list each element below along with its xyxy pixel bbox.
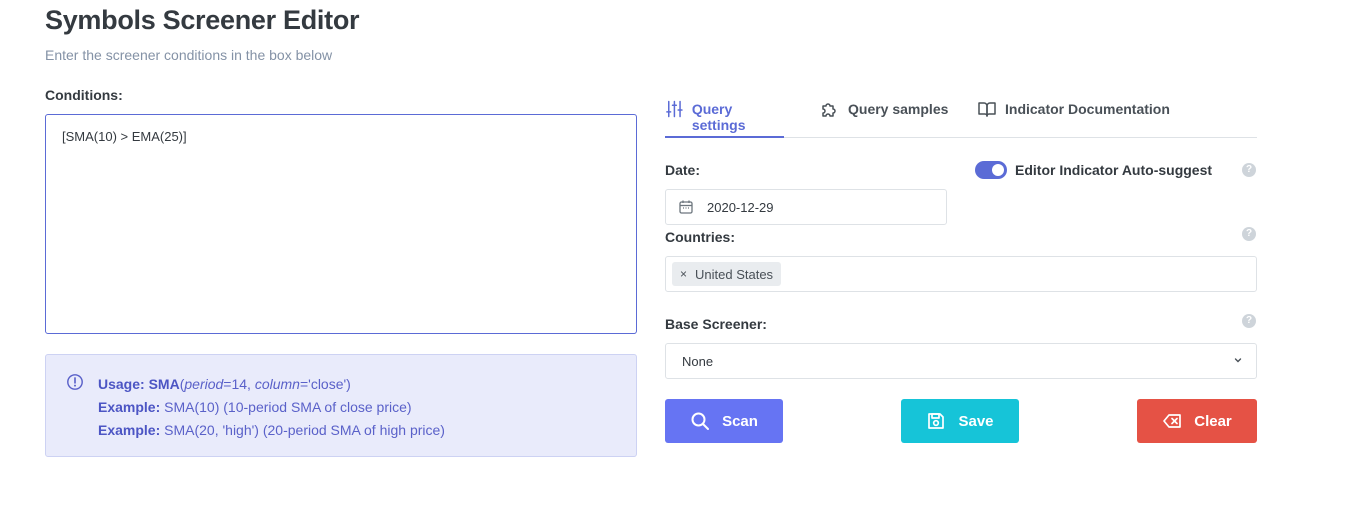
tab-label: Query settings <box>691 101 746 133</box>
conditions-editor[interactable]: [SMA(10) > EMA(25)] <box>45 114 637 334</box>
country-chip-label: United States <box>695 266 774 282</box>
date-input[interactable]: 2020-12-29 <box>665 189 947 225</box>
save-button[interactable]: Save <box>901 399 1019 443</box>
country-chip: × United States <box>672 262 782 286</box>
tab-indicator-documentation[interactable]: Indicator Documentation <box>977 88 1170 138</box>
scan-button[interactable]: Scan <box>665 399 783 443</box>
clear-button[interactable]: Clear <box>1137 399 1257 443</box>
example-line-1: Example: SMA(10) (10-period SMA of close… <box>98 399 412 415</box>
date-value: 2020-12-29 <box>707 199 774 215</box>
example-line-2: Example: SMA(20, 'high') (20-period SMA … <box>98 422 445 438</box>
toggle-knob <box>992 164 1004 176</box>
autosuggest-toggle[interactable] <box>975 161 1007 179</box>
tab-query-settings[interactable]: Query settings <box>665 88 784 138</box>
conditions-label: Conditions: <box>45 87 123 103</box>
usage-text: Usage: SMA(period=14, column='close') Ex… <box>98 373 445 442</box>
clear-label: Clear <box>1194 412 1232 430</box>
search-icon <box>691 412 710 430</box>
scan-label: Scan <box>722 412 758 430</box>
base-screener-label: Base Screener: <box>665 316 767 332</box>
remove-chip-icon[interactable]: × <box>680 267 687 281</box>
countries-input[interactable]: × United States <box>665 256 1257 292</box>
settings-tabs: Query settings Query samples Indicator D… <box>665 88 1257 138</box>
help-icon[interactable]: ? <box>1242 163 1256 177</box>
puzzle-icon <box>822 103 836 117</box>
chevron-down-icon <box>1234 358 1242 363</box>
help-icon[interactable]: ? <box>1242 227 1256 241</box>
sliders-icon <box>666 100 683 118</box>
tab-query-samples[interactable]: Query samples <box>820 88 948 138</box>
save-icon <box>928 413 945 429</box>
usage-line: Usage: SMA(period=14, column='close') <box>98 376 351 392</box>
tab-label: Indicator Documentation <box>1005 101 1170 117</box>
book-icon <box>978 102 996 117</box>
tab-label: Query samples <box>848 101 949 117</box>
autosuggest-label: Editor Indicator Auto-suggest <box>1015 162 1213 178</box>
base-screener-value: None <box>682 353 714 369</box>
page-subtitle: Enter the screener conditions in the box… <box>45 47 333 63</box>
usage-info-panel: Usage: SMA(period=14, column='close') Ex… <box>45 354 637 457</box>
page-title: Symbols Screener Editor <box>45 5 360 35</box>
calendar-icon <box>679 200 693 214</box>
conditions-text[interactable]: [SMA(10) > EMA(25)] <box>62 129 187 144</box>
info-circle-icon <box>67 374 83 390</box>
backspace-icon <box>1163 414 1182 428</box>
save-label: Save <box>958 412 994 430</box>
base-screener-select[interactable]: None <box>665 343 1257 379</box>
help-icon[interactable]: ? <box>1242 314 1256 328</box>
date-label: Date: <box>665 162 701 178</box>
countries-label: Countries: <box>665 229 735 245</box>
